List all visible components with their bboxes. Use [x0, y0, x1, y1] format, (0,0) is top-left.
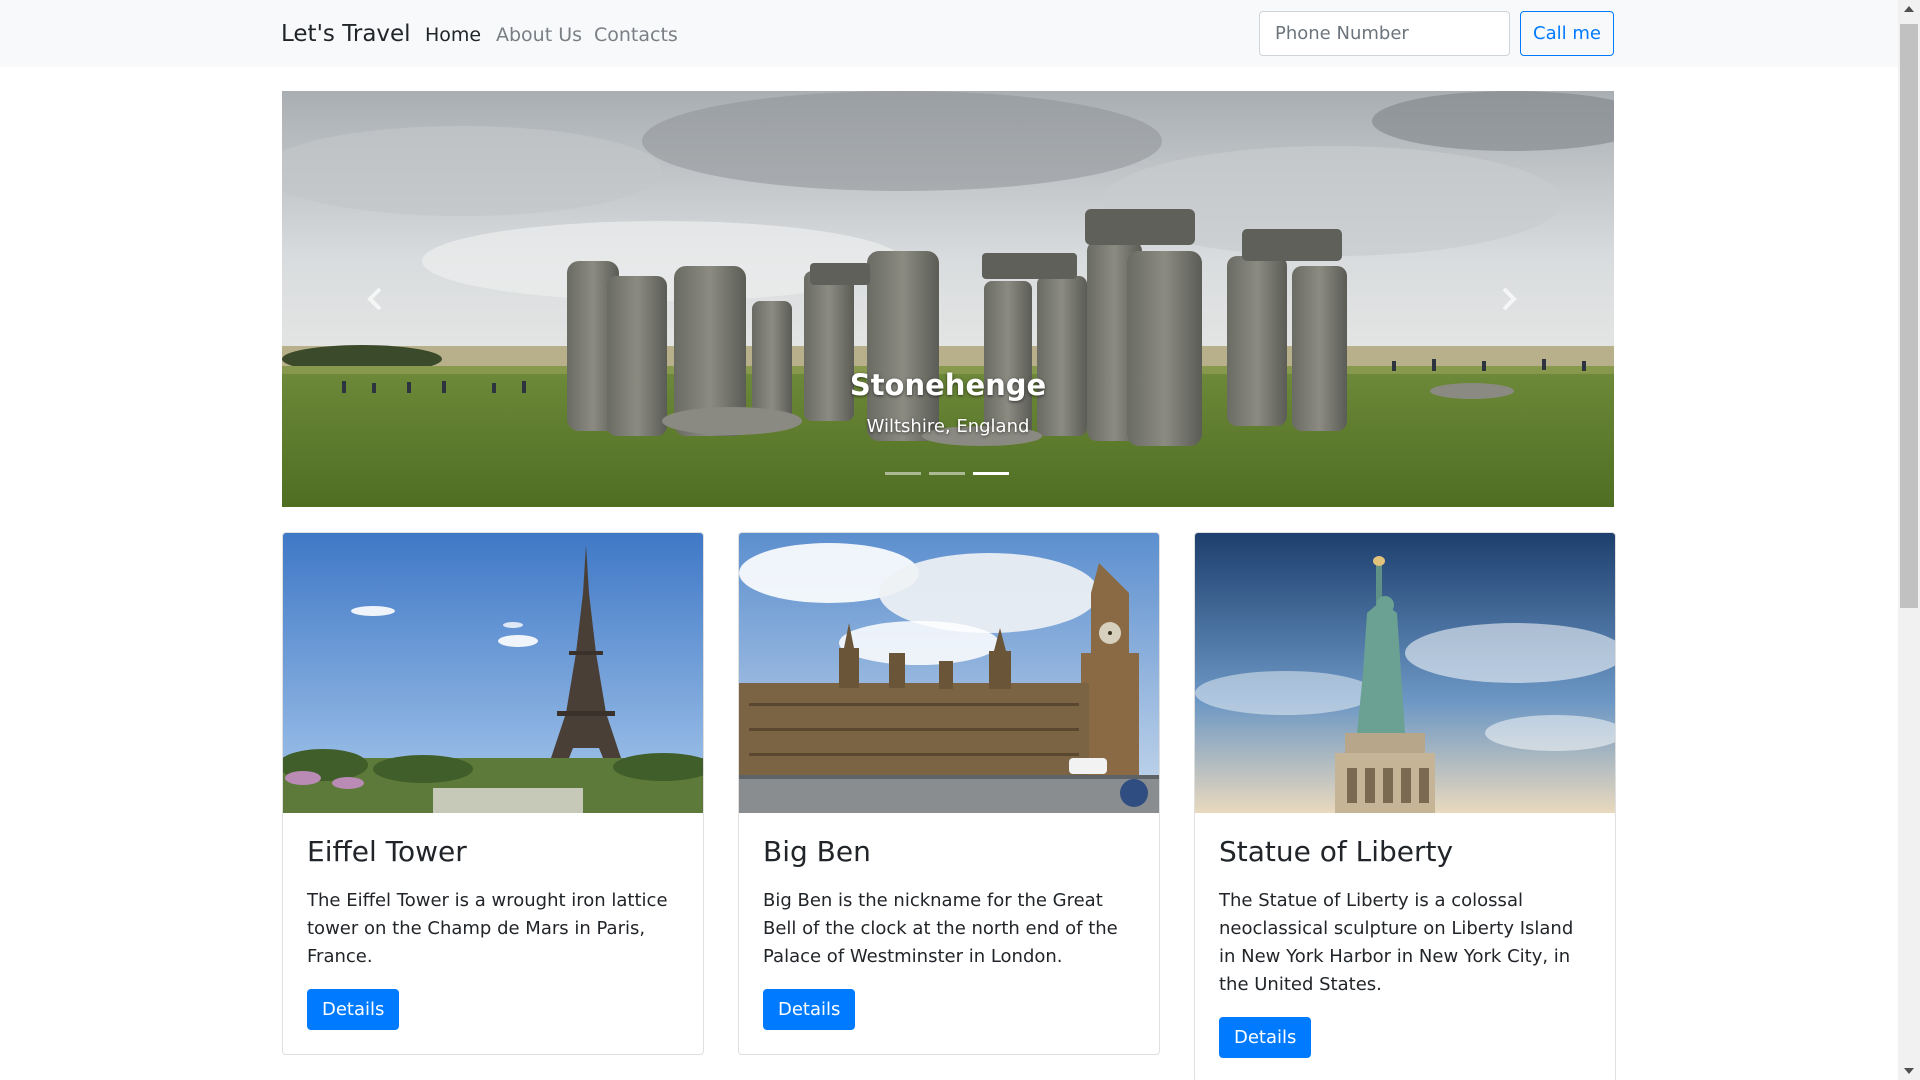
card-text: The Statue of Liberty is a colossal neoc… — [1219, 889, 1574, 995]
card-title: Eiffel Tower — [307, 835, 467, 868]
card-text: The Eiffel Tower is a wrought iron latti… — [307, 889, 668, 967]
scrollbar-thumb[interactable] — [1900, 24, 1918, 608]
phone-number-input[interactable] — [1259, 11, 1510, 56]
carousel-caption-title: Stonehenge — [849, 368, 1047, 402]
card-big-ben: Big Ben Big Ben is the nickname for the … — [738, 532, 1160, 1055]
card-eiffel-tower: Eiffel Tower The Eiffel Tower is a wroug… — [282, 532, 704, 1055]
carousel-indicator-2[interactable] — [929, 472, 965, 475]
carousel-indicator-1[interactable] — [885, 472, 921, 475]
stonehenge-slide-image — [282, 91, 1614, 507]
card-title: Statue of Liberty — [1219, 835, 1454, 868]
nav-link-about-us[interactable]: About Us — [496, 24, 582, 46]
card-title: Big Ben — [763, 835, 871, 868]
details-button-statue-of-liberty[interactable]: Details — [1219, 1016, 1312, 1058]
card-body: Eiffel Tower The Eiffel Tower is a wroug… — [283, 813, 703, 1054]
card-body: Statue of Liberty The Statue of Liberty … — [1195, 813, 1615, 1080]
carousel-indicator-3[interactable] — [973, 472, 1009, 475]
carousel-caption-subtitle: Wiltshire, England — [866, 416, 1030, 437]
eiffel-tower-image — [283, 533, 703, 813]
carousel-next-button[interactable] — [1478, 269, 1538, 329]
details-button-eiffel-tower[interactable]: Details — [307, 988, 400, 1030]
chevron-right-icon — [1502, 287, 1517, 311]
navbar: Let's Travel Home About Us Contacts Call… — [0, 0, 1898, 67]
nav-link-contacts[interactable]: Contacts — [594, 24, 678, 46]
hero-carousel: Stonehenge Wiltshire, England — [282, 91, 1614, 507]
nav-link-home[interactable]: Home — [425, 24, 481, 46]
card-text: Big Ben is the nickname for the Great Be… — [763, 889, 1118, 967]
call-me-button[interactable]: Call me — [1520, 11, 1614, 56]
details-button-big-ben[interactable]: Details — [763, 988, 856, 1030]
scroll-down-arrow-icon[interactable] — [1904, 1068, 1914, 1074]
brand-logo-link[interactable]: Let's Travel — [281, 21, 411, 47]
chevron-left-icon — [367, 287, 382, 311]
big-ben-image — [739, 533, 1159, 813]
card-statue-of-liberty: Statue of Liberty The Statue of Liberty … — [1194, 532, 1616, 1080]
card-body: Big Ben Big Ben is the nickname for the … — [739, 813, 1159, 1054]
page-scrollbar[interactable] — [1898, 0, 1920, 1080]
statue-of-liberty-image — [1195, 533, 1615, 813]
carousel-indicators — [885, 472, 1009, 475]
carousel-prev-button[interactable] — [346, 269, 406, 329]
scroll-up-arrow-icon[interactable] — [1904, 6, 1914, 12]
